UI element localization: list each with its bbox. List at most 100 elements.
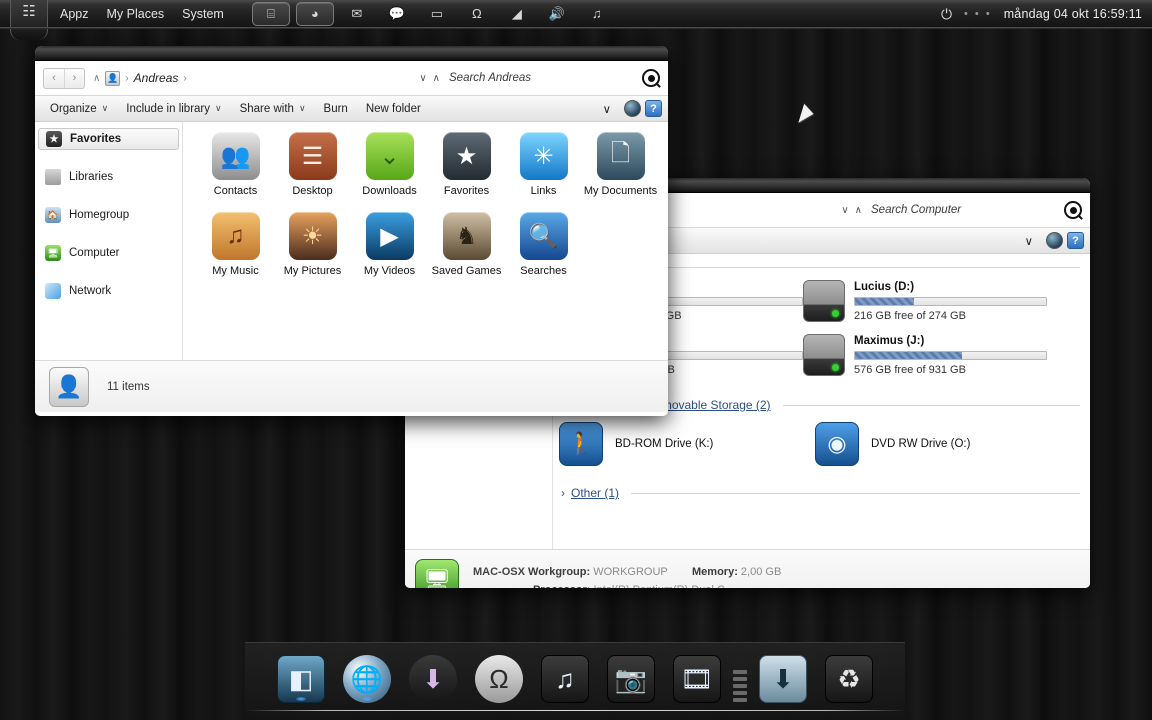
dock-separator — [733, 664, 747, 708]
back-button[interactable]: ‹ — [44, 69, 64, 88]
chevron-right-icon[interactable]: › — [561, 486, 565, 500]
libraries-icon — [45, 169, 61, 185]
explorer-window-andreas[interactable]: ‹ › ∧ 👤 › Andreas › ∨ ∧ Search Andreas O… — [35, 46, 668, 416]
breadcrumb-sep-icon: › — [125, 72, 129, 84]
taskbar-music-icon[interactable]: ♫ — [580, 3, 614, 25]
help-icon[interactable]: ? — [645, 100, 662, 117]
videos-stack-icon[interactable]: 🎞 — [667, 650, 727, 708]
other-group-header[interactable]: › Other (1) — [553, 480, 1090, 502]
file-label: Favorites — [443, 185, 490, 197]
breadcrumb-path[interactable]: Andreas — [134, 71, 179, 85]
topbar-menu: Appz My Places System — [60, 7, 224, 21]
removable-device-item[interactable]: ◉ DVD RW Drive (O:) — [815, 422, 1071, 466]
links-icon: ✳ — [519, 132, 568, 180]
file-item[interactable]: ♫ My Music — [197, 212, 274, 278]
clock-date[interactable]: måndag 04 okt 16:59:11 — [1004, 7, 1142, 21]
sidebar-item-libraries[interactable]: Libraries — [38, 166, 179, 188]
file-item[interactable]: ♞ Saved Games — [428, 212, 505, 278]
toolbar-overflow-caret-icon[interactable]: ∨ — [594, 99, 620, 119]
view-options-icon[interactable] — [624, 100, 641, 117]
taskbar-folder-icon[interactable]: ⌸ — [251, 1, 290, 26]
videos-folder-icon: ▶ — [365, 212, 414, 260]
file-item[interactable]: ⌄ Downloads — [351, 132, 428, 198]
address-refresh-up-icon[interactable]: ∧ — [430, 73, 443, 84]
menu-appz[interactable]: Appz — [60, 7, 89, 21]
sidebar-item-homegroup[interactable]: 🏠 Homegroup — [38, 204, 179, 226]
pictures-folder-icon: ☀ — [288, 212, 337, 260]
processor-value: Intel(R) Pentium(R) Dual C... — [594, 584, 735, 589]
menu-my-places[interactable]: My Places — [107, 7, 165, 21]
computer-details-pane: 🖥 MAC-OSX Workgroup: WORKGROUP Memory: 2… — [405, 549, 1090, 588]
file-item[interactable]: ✳ Links — [505, 132, 582, 198]
file-item[interactable]: ☰ Desktop — [274, 132, 351, 198]
download-manager-icon-glyph: ⬇ — [409, 655, 457, 703]
downloads-stack-icon-glyph: ⬇ — [759, 655, 807, 703]
breadcrumb[interactable]: ∧ 👤 › Andreas › — [93, 70, 416, 86]
contacts-icon: 👥 — [211, 132, 260, 180]
drive-item[interactable]: Lucius (D:) 216 GB free of 274 GB — [803, 280, 1047, 322]
power-icon[interactable]: ⏻ — [941, 6, 952, 23]
share-with-button[interactable]: Share with ∨ — [231, 99, 315, 119]
sidebar-item-computer[interactable]: 🖥 Computer — [38, 242, 179, 264]
file-item[interactable]: 🗋 My Documents — [582, 132, 659, 198]
taskbar-mail-icon[interactable]: ✉ — [340, 3, 374, 25]
sidebar-item-network[interactable]: Network — [38, 280, 179, 302]
pictures-stack-icon[interactable]: 📷 — [601, 650, 661, 708]
include-in-library-button[interactable]: Include in library ∨ — [117, 99, 230, 119]
andreas-search-input[interactable]: Search Andreas — [443, 68, 638, 89]
taskbar-monitor-icon[interactable]: ▭ — [420, 3, 454, 25]
finder-icon[interactable]: ◧ — [271, 650, 331, 708]
sidebar-item-favorites[interactable]: ★ Favorites — [38, 128, 179, 150]
videos-stack-icon-glyph: 🎞 — [673, 655, 721, 703]
sidebar-item-label: Favorites — [70, 133, 122, 145]
toolbar-overflow-caret-icon[interactable]: ∨ — [1016, 231, 1042, 251]
andreas-titlebar[interactable] — [35, 46, 668, 61]
taskbar-headphones-icon[interactable]: Ω — [460, 3, 494, 25]
overflow-dots-icon[interactable]: • • • — [964, 8, 992, 20]
file-item[interactable]: ★ Favorites — [428, 132, 505, 198]
dock-running-indicator — [296, 697, 306, 701]
taskbar-chat-icon[interactable]: 💬 — [380, 3, 414, 25]
organize-button[interactable]: Organize ∨ — [41, 99, 117, 119]
taskbar-clapper-icon[interactable]: ◢ — [500, 3, 534, 25]
address-history-down-icon[interactable]: ∨ — [838, 205, 851, 216]
burn-button[interactable]: Burn — [315, 99, 357, 119]
memory-value: 2,00 GB — [740, 565, 782, 578]
recycle-bin-icon[interactable]: ♻ — [819, 650, 879, 708]
search-icon[interactable] — [642, 69, 660, 87]
removable-devices-list: 🚶 BD-ROM Drive (K:) ◉ DVD RW Drive (O:) — [553, 414, 1090, 480]
group-label: Other (1) — [571, 486, 620, 500]
view-options-icon[interactable] — [1046, 232, 1063, 249]
headphones-audio-icon-glyph: Ω — [475, 655, 523, 703]
breadcrumb-next-icon[interactable]: › — [183, 73, 186, 84]
file-item[interactable]: 👥 Contacts — [197, 132, 274, 198]
forward-button[interactable]: › — [64, 68, 84, 88]
sidebar-item-label: Network — [69, 285, 112, 297]
andreas-command-bar: Organize ∨ Include in library ∨ Share wi… — [35, 96, 668, 122]
file-item[interactable]: 🔍 Searches — [505, 212, 582, 278]
nav-buttons: ‹ › — [43, 67, 85, 89]
start-orb-button[interactable]: ☷ — [10, 0, 48, 40]
new-folder-button[interactable]: New folder — [357, 99, 430, 119]
removable-device-item[interactable]: 🚶 BD-ROM Drive (K:) — [559, 422, 815, 466]
drive-item[interactable]: Maximus (J:) 576 GB free of 931 GB — [803, 334, 1047, 376]
taskbar-volume-icon[interactable]: 🔊 — [540, 3, 574, 25]
chevron-down-icon: ∨ — [298, 103, 306, 113]
address-refresh-up-icon[interactable]: ∧ — [852, 205, 865, 216]
menu-system[interactable]: System — [182, 7, 224, 21]
download-manager-icon[interactable]: ⬇ — [403, 650, 463, 708]
browser-globe-icon[interactable]: 🌐 — [337, 650, 397, 708]
headphones-audio-icon[interactable]: Ω — [469, 650, 529, 708]
music-stack-icon[interactable]: ♫ — [535, 650, 595, 708]
address-history-down-icon[interactable]: ∨ — [416, 73, 429, 84]
up-chevron-icon[interactable]: ∧ — [93, 73, 100, 84]
andreas-address-bar[interactable]: ‹ › ∧ 👤 › Andreas › ∨ ∧ Search Andreas — [35, 61, 668, 96]
file-item[interactable]: ▶ My Videos — [351, 212, 428, 278]
taskbar-firefox-icon[interactable]: ◕ — [295, 1, 334, 26]
downloads-stack-icon[interactable]: ⬇ — [753, 650, 813, 708]
computer-search-input[interactable]: Search Computer — [865, 200, 1060, 221]
file-item[interactable]: ☀ My Pictures — [274, 212, 351, 278]
help-icon[interactable]: ? — [1067, 232, 1084, 249]
search-icon[interactable] — [1064, 201, 1082, 219]
network-icon — [45, 283, 61, 299]
